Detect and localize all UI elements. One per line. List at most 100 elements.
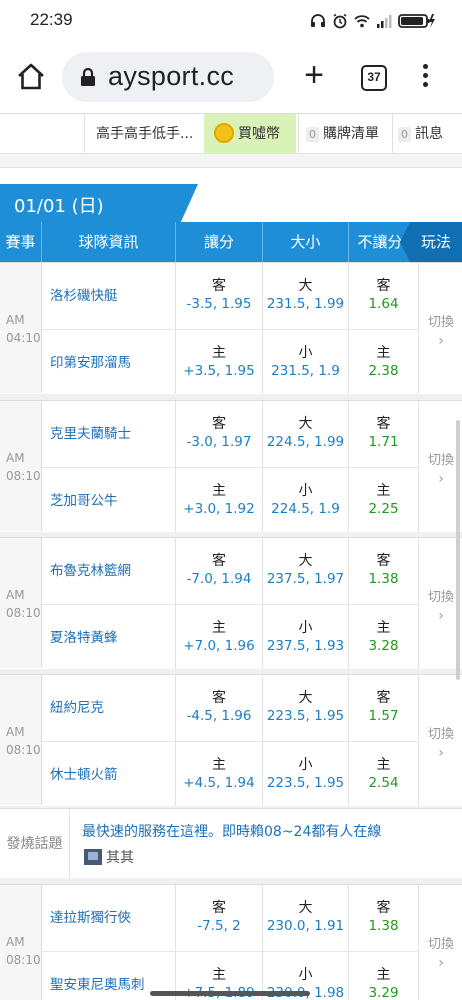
table-row: 達拉斯獨行俠 客 -7.5, 2 大 230.0, 1.91 客 1.38 [42, 885, 419, 951]
moneyline-odds-cell[interactable]: 客 1.71 [349, 401, 419, 467]
hot-topic-author[interactable]: 其其 [84, 847, 134, 867]
table-row: 夏洛特黃蜂 主 +7.0, 1.96 小 237.5, 1.93 主 3.28 [42, 604, 419, 671]
browser-menu-icon[interactable] [418, 64, 432, 94]
team-link[interactable]: 紐約尼克 [42, 675, 176, 741]
hot-topic-link[interactable]: 最快速的服務在這裡。即時賴08~24都有人在線 [82, 821, 381, 841]
moneyline-odds-cell[interactable]: 客 1.64 [349, 263, 419, 329]
team-link[interactable]: 布魯克林籃網 [42, 538, 176, 604]
coin-icon [214, 123, 234, 143]
spread-odds-cell[interactable]: 主 +3.5, 1.95 [176, 330, 263, 396]
status-icons [310, 11, 436, 31]
odds-value: 2.38 [368, 363, 399, 379]
odds-value: 230.0, 1.91 [266, 918, 345, 934]
spread-odds-cell[interactable]: 客 -4.5, 1.96 [176, 675, 263, 741]
moneyline-odds-cell[interactable]: 客 1.38 [349, 538, 419, 604]
site-top-nav: 高手高手低手... 買噓幣 0 購牌清單 0 訊息 [0, 114, 462, 154]
total-odds-cell[interactable]: 小 223.5, 1.95 [263, 742, 349, 808]
total-odds-cell[interactable]: 小 231.5, 1.9 [263, 330, 349, 396]
switch-label: 切換 [427, 937, 454, 952]
switch-button[interactable]: 切換 › [418, 263, 462, 393]
nav-item-purchase-list[interactable]: 0 購牌清單 [306, 114, 392, 154]
game-clock: 08:10 [6, 606, 41, 620]
spread-odds-cell[interactable]: 主 +3.0, 1.92 [176, 468, 263, 534]
avatar [84, 849, 102, 865]
tab-switcher-button[interactable]: 37 [361, 65, 387, 91]
side-label: 客 [376, 900, 391, 916]
side-label: 主 [376, 345, 391, 361]
total-odds-cell[interactable]: 大 224.5, 1.99 [263, 401, 349, 467]
team-link[interactable]: 休士頓火箭 [42, 742, 176, 808]
odds-value: -3.5, 1.95 [186, 296, 252, 312]
game-block: AM 08:10 達拉斯獨行俠 客 -7.5, 2 大 230.0, 1.91 客 1.… [0, 884, 462, 1000]
odds-value: 223.5, 1.95 [266, 775, 345, 791]
spread-odds-cell[interactable]: 客 -3.5, 1.95 [176, 263, 263, 329]
spread-odds-cell[interactable]: 主 +7.0, 1.96 [176, 605, 263, 671]
table-row: 芝加哥公牛 主 +3.0, 1.92 小 224.5, 1.9 主 2.25 [42, 467, 419, 534]
side-label: 客 [212, 416, 226, 432]
switch-button[interactable]: 切換 › [418, 675, 462, 805]
total-odds-cell[interactable]: 大 223.5, 1.95 [263, 675, 349, 741]
team-link[interactable]: 印第安那溜馬 [42, 330, 176, 396]
nav-item-buy-coin[interactable]: 買噓幣 [204, 114, 296, 154]
odds-value: +3.5, 1.95 [183, 363, 255, 379]
scrollbar[interactable] [456, 420, 460, 680]
moneyline-odds-cell[interactable]: 主 3.29 [349, 952, 418, 1000]
total-odds-cell[interactable]: 大 230.0, 1.91 [263, 885, 349, 951]
nav-item-label: 購牌清單 [323, 126, 379, 142]
game-time: AM 08:10 [0, 401, 42, 531]
game-block: AM 08:10 布魯克林籃網 客 -7.0, 1.94 大 237.5, 1.97 … [0, 537, 462, 671]
odds-value: 224.5, 1.9 [271, 501, 340, 517]
odds-value: 1.71 [368, 434, 399, 450]
spread-odds-cell[interactable]: 主 +4.5, 1.94 [176, 742, 263, 808]
moneyline-odds-cell[interactable]: 客 1.38 [349, 885, 419, 951]
side-label: 小 [298, 483, 313, 499]
moneyline-odds-cell[interactable]: 主 2.38 [349, 330, 419, 396]
side-label: 客 [376, 690, 391, 706]
spread-odds-cell[interactable]: 客 -3.0, 1.97 [176, 401, 263, 467]
moneyline-odds-cell[interactable]: 客 1.57 [349, 675, 419, 741]
chevron-right-icon: › [438, 333, 444, 349]
odds-value: 224.5, 1.99 [266, 434, 345, 450]
total-odds-cell[interactable]: 大 237.5, 1.97 [263, 538, 349, 604]
team-link[interactable]: 洛杉磯快艇 [42, 263, 176, 329]
odds-value: -4.5, 1.96 [186, 708, 252, 724]
nav-item-experts[interactable]: 高手高手低手... [96, 114, 202, 154]
game-block: AM 04:10 洛杉磯快艇 客 -3.5, 1.95 大 231.5, 1.99 客… [0, 262, 462, 396]
chevron-right-icon: › [438, 955, 444, 971]
alarm-icon [333, 13, 347, 29]
total-odds-cell[interactable]: 大 231.5, 1.99 [263, 263, 349, 329]
odds-value: 223.5, 1.95 [266, 708, 345, 724]
game-time: AM 04:10 [0, 263, 42, 393]
odds-value: 237.5, 1.97 [266, 571, 345, 587]
table-row: 紐約尼克 客 -4.5, 1.96 大 223.5, 1.95 客 1.57 [42, 675, 419, 741]
moneyline-odds-cell[interactable]: 主 2.25 [349, 468, 419, 534]
total-odds-cell[interactable]: 小 237.5, 1.93 [263, 605, 349, 671]
team-link[interactable]: 達拉斯獨行俠 [42, 885, 176, 951]
home-icon[interactable] [14, 60, 48, 94]
side-label: 主 [376, 483, 391, 499]
side-label: 大 [298, 278, 313, 294]
moneyline-odds-cell[interactable]: 主 3.28 [349, 605, 419, 671]
signal-icon [377, 15, 392, 28]
game-ampm: AM [6, 935, 25, 949]
game-clock: 08:10 [6, 953, 41, 967]
nav-item-messages[interactable]: 0 訊息 [398, 114, 458, 154]
home-indicator[interactable] [150, 991, 310, 996]
side-label: 大 [298, 900, 313, 916]
team-link[interactable]: 芝加哥公牛 [42, 468, 176, 534]
side-label: 小 [298, 757, 313, 773]
switch-button[interactable]: 切換 › [418, 885, 462, 1000]
spread-odds-cell[interactable]: 客 -7.0, 1.94 [176, 538, 263, 604]
total-odds-cell[interactable]: 小 224.5, 1.9 [263, 468, 349, 534]
team-link[interactable]: 夏洛特黃蜂 [42, 605, 176, 671]
side-label: 主 [212, 483, 226, 499]
team-link[interactable]: 克里夫蘭騎士 [42, 401, 176, 467]
new-tab-button[interactable]: + [298, 58, 330, 92]
spread-odds-cell[interactable]: 客 -7.5, 2 [176, 885, 263, 951]
address-bar[interactable]: aysport.cc [62, 52, 274, 102]
side-label: 客 [212, 900, 226, 916]
game-clock: 08:10 [6, 469, 41, 483]
moneyline-odds-cell[interactable]: 主 2.54 [349, 742, 419, 808]
odds-value: 3.28 [368, 638, 399, 654]
table-row: 克里夫蘭騎士 客 -3.0, 1.97 大 224.5, 1.99 客 1.71 [42, 401, 419, 467]
